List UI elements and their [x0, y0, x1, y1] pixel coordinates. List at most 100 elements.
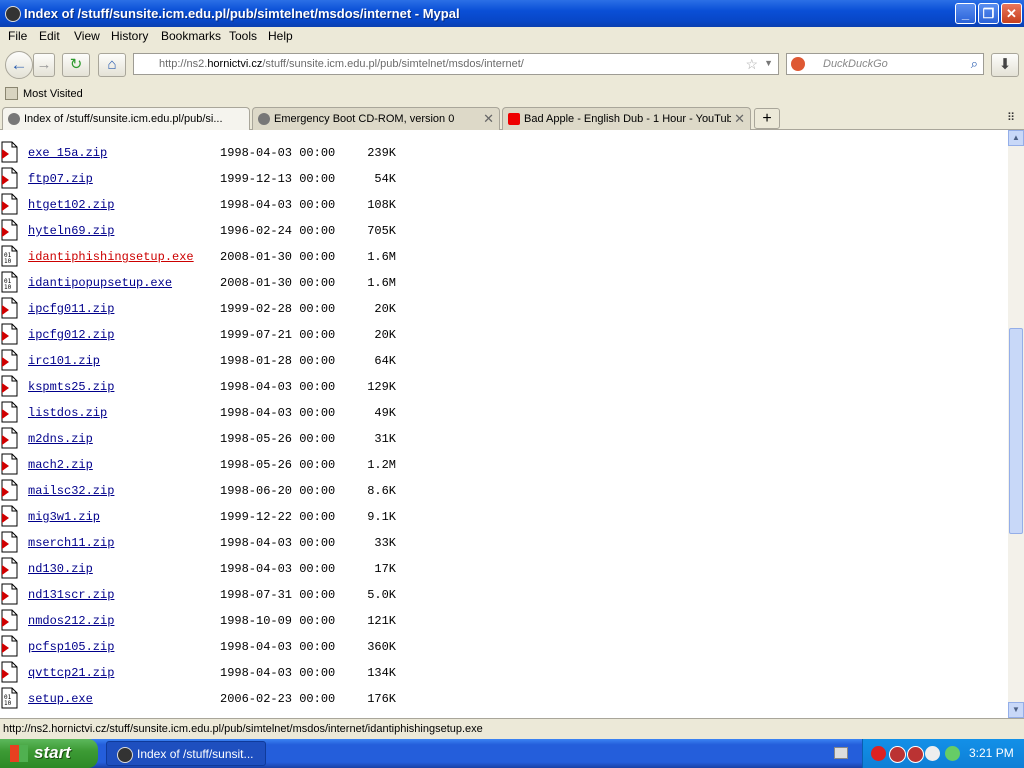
menu-bar: File Edit View History Bookmarks Tools H… — [0, 27, 1024, 46]
compressed-file-icon — [1, 349, 18, 371]
scroll-down-arrow[interactable]: ▼ — [1008, 702, 1024, 718]
network-icon[interactable] — [907, 746, 924, 763]
menu-bookmarks[interactable]: Bookmarks — [161, 29, 221, 43]
file-date: 1998-10-09 00:00 — [220, 614, 336, 628]
file-row: m2dns.zip 1998-05-26 00:00 31K — [0, 426, 1008, 452]
file-link[interactable]: mig3w1.zip — [28, 510, 100, 524]
file-link[interactable]: setup.exe — [28, 692, 93, 706]
file-link[interactable]: ipcfg012.zip — [28, 328, 114, 342]
scrollbar-thumb[interactable] — [1009, 328, 1023, 534]
tray-app-icon[interactable] — [925, 746, 940, 761]
menu-edit[interactable]: Edit — [39, 29, 60, 43]
tab-strip: Index of /stuff/sunsite.icm.edu.pl/pub/s… — [0, 105, 1024, 131]
file-size: 64K — [374, 354, 396, 368]
file-row: 01 10 idantiphishingsetup.exe 2008-01-30 00… — [0, 244, 1008, 270]
file-link[interactable]: idantipopupsetup.exe — [28, 276, 172, 290]
file-link[interactable]: kspmts25.zip — [28, 380, 114, 394]
file-link[interactable]: m2dns.zip — [28, 432, 93, 446]
file-size: 360K — [367, 640, 396, 654]
bookmark-star-icon[interactable]: ☆ — [745, 56, 758, 73]
keyboard-icon[interactable] — [834, 747, 848, 759]
reload-button[interactable]: ↻ — [62, 53, 90, 77]
most-visited-bookmark[interactable]: Most Visited — [23, 88, 83, 100]
url-text: http://ns2.hornictvi.cz/stuff/sunsite.ic… — [159, 58, 524, 70]
url-bar[interactable]: http://ns2.hornictvi.cz/stuff/sunsite.ic… — [133, 53, 779, 75]
binary-file-icon: 0110 — [1, 271, 18, 293]
tab-label: Emergency Boot CD-ROM, version 0 — [274, 113, 455, 125]
compressed-file-icon — [1, 557, 18, 579]
file-link[interactable]: listdos.zip — [28, 406, 107, 420]
close-tab-icon[interactable]: ✕ — [483, 111, 494, 127]
forward-button[interactable]: → — [33, 53, 55, 77]
compressed-file-icon — [1, 427, 18, 449]
file-link[interactable]: mach2.zip — [28, 458, 93, 472]
duckduckgo-icon[interactable] — [791, 57, 805, 71]
file-size: 9.1K — [367, 510, 396, 524]
menu-view[interactable]: View — [74, 29, 100, 43]
compressed-file-icon — [1, 401, 18, 423]
scroll-up-arrow[interactable]: ▲ — [1008, 130, 1024, 146]
file-size: 134K — [367, 666, 396, 680]
network-icon[interactable] — [889, 746, 906, 763]
file-link[interactable]: pcfsp105.zip — [28, 640, 114, 654]
tray-app-icon[interactable] — [945, 746, 960, 761]
compressed-file-icon — [1, 323, 18, 345]
file-size: 33K — [374, 536, 396, 550]
file-link[interactable]: irc101.zip — [28, 354, 100, 368]
menu-file[interactable]: File — [8, 29, 27, 43]
back-button[interactable]: ← — [5, 51, 33, 79]
file-link[interactable]: nd131scr.zip — [28, 588, 114, 602]
tab-label: Bad Apple - English Dub - 1 Hour - YouTu… — [524, 113, 731, 125]
taskbar-window-button[interactable]: Index of /stuff/sunsit... — [106, 741, 266, 766]
folder-icon — [5, 87, 18, 100]
file-row: qvttcp21.zip 1998-04-03 00:00 134K — [0, 660, 1008, 686]
maximize-button[interactable]: ❐ — [978, 3, 999, 24]
file-link[interactable]: mserch11.zip — [28, 536, 114, 550]
file-link[interactable]: exe 15a.zip — [28, 146, 107, 160]
search-placeholder: DuckDuckGo — [823, 58, 888, 70]
start-button[interactable]: start — [0, 739, 98, 768]
compressed-file-icon — [1, 375, 18, 397]
file-link[interactable]: ipcfg011.zip — [28, 302, 114, 316]
file-link[interactable]: hyteln69.zip — [28, 224, 114, 238]
new-tab-button[interactable]: + — [754, 108, 780, 129]
vertical-scrollbar[interactable]: ▲ ▼ — [1008, 130, 1024, 718]
menu-help[interactable]: Help — [268, 29, 293, 43]
file-size: 121K — [367, 614, 396, 628]
file-row: nmdos212.zip 1998-10-09 00:00 121K — [0, 608, 1008, 634]
search-bar[interactable]: DuckDuckGo ⌕ — [786, 53, 984, 75]
file-link[interactable]: ftp07.zip — [28, 172, 93, 186]
window-title-bar[interactable]: Index of /stuff/sunsite.icm.edu.pl/pub/s… — [0, 0, 1024, 27]
tray-app-icon[interactable] — [871, 746, 886, 761]
home-button[interactable]: ⌂ — [98, 53, 126, 77]
menu-history[interactable]: History — [111, 29, 148, 43]
downloads-button[interactable]: ⬇ — [991, 53, 1019, 77]
file-link[interactable]: nmdos212.zip — [28, 614, 114, 628]
file-date: 1998-07-31 00:00 — [220, 588, 336, 602]
clock[interactable]: 3:21 PM — [969, 746, 1014, 760]
menu-tools[interactable]: Tools — [229, 29, 257, 43]
file-link[interactable]: mailsc32.zip — [28, 484, 114, 498]
binary-file-icon: 0110 — [1, 245, 18, 267]
tab-index-of[interactable]: Index of /stuff/sunsite.icm.edu.pl/pub/s… — [2, 107, 250, 131]
file-date: 1998-01-28 00:00 — [220, 354, 336, 368]
file-link[interactable]: htget102.zip — [28, 198, 114, 212]
windows-taskbar: start Index of /stuff/sunsit... 3:21 PM — [0, 739, 1024, 768]
file-size: 49K — [374, 406, 396, 420]
file-row: 01 10 setup.exe 2006-02-23 00:00 176K — [0, 686, 1008, 712]
file-date: 1998-04-03 00:00 — [220, 380, 336, 394]
tab-bad-apple[interactable]: Bad Apple - English Dub - 1 Hour - YouTu… — [502, 107, 751, 130]
minimize-button[interactable]: _ — [955, 3, 976, 24]
url-history-dropdown-icon[interactable]: ▼ — [764, 58, 773, 68]
list-all-tabs-icon[interactable]: ⠿ — [1007, 111, 1015, 124]
search-icon[interactable]: ⌕ — [971, 56, 978, 72]
file-link[interactable]: idantiphishingsetup.exe — [28, 250, 194, 264]
close-window-button[interactable]: ✕ — [1001, 3, 1022, 24]
file-row: kspmts25.zip 1998-04-03 00:00 129K — [0, 374, 1008, 400]
file-link[interactable]: qvttcp21.zip — [28, 666, 114, 680]
file-size: 176K — [367, 692, 396, 706]
tab-emergency-boot[interactable]: Emergency Boot CD-ROM, version 0 ✕ — [252, 107, 500, 130]
close-tab-icon[interactable]: ✕ — [734, 111, 745, 127]
file-link[interactable]: nd130.zip — [28, 562, 93, 576]
status-link-url: http://ns2.hornictvi.cz/stuff/sunsite.ic… — [3, 723, 483, 735]
